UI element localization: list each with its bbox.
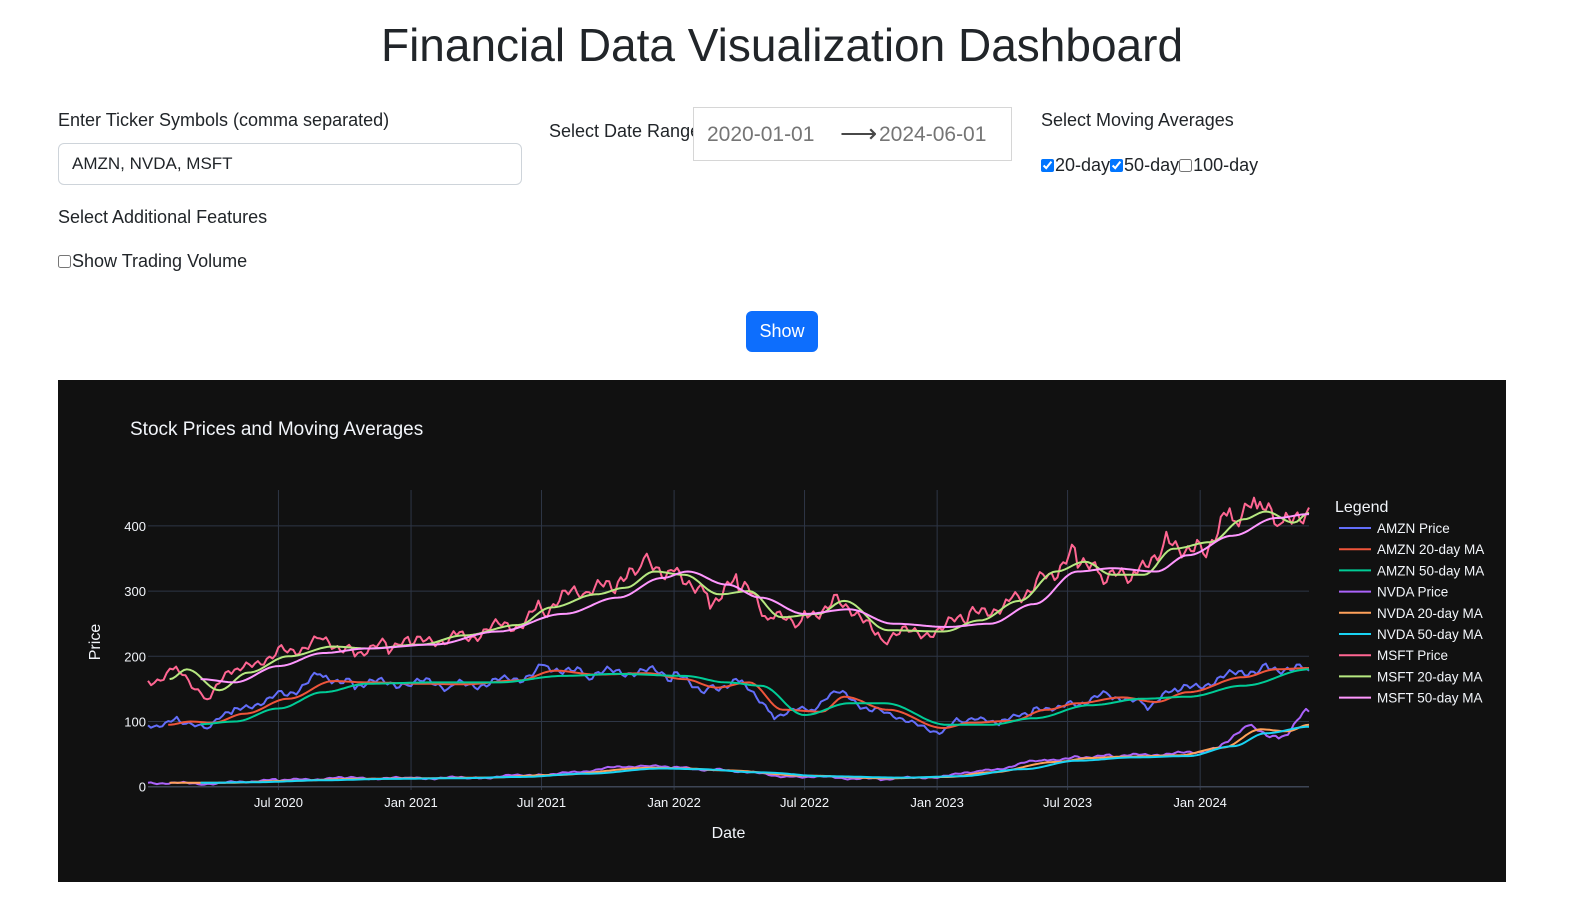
chart-panel: Stock Prices and Moving Averages Jul 2020…: [58, 380, 1506, 882]
y-tick-label: 200: [124, 649, 146, 664]
x-tick-label: Jul 2022: [780, 795, 829, 810]
price-chart[interactable]: Stock Prices and Moving Averages Jul 2020…: [58, 380, 1506, 882]
show-button[interactable]: Show: [746, 311, 818, 352]
y-axis-label: Price: [87, 624, 104, 661]
x-tick-label: Jan 2021: [384, 795, 438, 810]
x-axis-label: Date: [712, 825, 746, 842]
legend-item: NVDA 50-day MA: [1377, 627, 1483, 642]
x-tick-label: Jul 2021: [517, 795, 566, 810]
end-date-input[interactable]: 2024-06-01: [879, 123, 986, 147]
page-title: Financial Data Visualization Dashboard: [380, 19, 1184, 71]
ma-checkbox-50[interactable]: [1110, 159, 1124, 172]
date-range-picker[interactable]: 2020-01-01 ⟶ 2024-06-01: [693, 107, 1012, 161]
series-line: [147, 707, 1310, 786]
legend-item: MSFT 50-day MA: [1377, 691, 1483, 706]
y-tick-label: 100: [124, 715, 146, 730]
chart-title: Stock Prices and Moving Averages: [130, 419, 423, 440]
start-date-input[interactable]: 2020-01-01: [707, 123, 814, 147]
ticker-input[interactable]: [58, 143, 522, 185]
ma-option-50[interactable]: 50-day: [1110, 155, 1179, 176]
tickers-label: Enter Ticker Symbols (comma separated): [58, 110, 390, 130]
y-tick-label: 0: [139, 780, 146, 795]
ma-checkbox-100[interactable]: [1179, 159, 1193, 172]
x-tick-label: Jan 2023: [910, 795, 964, 810]
x-tick-label: Jan 2022: [647, 795, 701, 810]
moving-averages-label: Select Moving Averages: [1041, 110, 1234, 130]
legend-item: AMZN 20-day MA: [1377, 542, 1484, 557]
y-tick-label: 400: [124, 519, 146, 534]
legend-item: NVDA 20-day MA: [1377, 606, 1483, 621]
ma-checkbox-20[interactable]: [1041, 159, 1054, 172]
series-line: [147, 496, 1310, 701]
moving-averages-checklist: 20-day 50-day 100-day: [1041, 155, 1258, 176]
series-line: [200, 668, 1310, 726]
features-checklist: Show Trading Volume: [58, 251, 247, 272]
features-label: Select Additional Features: [58, 207, 268, 227]
volume-checkbox[interactable]: [58, 255, 71, 268]
legend-item: MSFT Price: [1377, 648, 1448, 663]
y-tick-label: 300: [124, 584, 146, 599]
x-tick-label: Jul 2020: [254, 795, 303, 810]
arrow-right-icon: ⟶: [840, 118, 878, 148]
volume-option[interactable]: Show Trading Volume: [58, 251, 247, 272]
legend-title: Legend: [1335, 499, 1388, 516]
legend-item: AMZN 50-day MA: [1377, 563, 1484, 578]
ma-option-20[interactable]: 20-day: [1041, 155, 1110, 176]
date-range-label: Select Date Range: [549, 121, 701, 141]
legend-item: NVDA Price: [1377, 585, 1448, 600]
x-tick-label: Jul 2023: [1043, 795, 1092, 810]
legend-item: MSFT 20-day MA: [1377, 669, 1483, 684]
legend-item: AMZN Price: [1377, 521, 1450, 536]
series-line: [200, 513, 1310, 684]
ma-option-100[interactable]: 100-day: [1179, 155, 1258, 176]
x-tick-label: Jan 2024: [1173, 795, 1227, 810]
series-line: [169, 510, 1310, 692]
